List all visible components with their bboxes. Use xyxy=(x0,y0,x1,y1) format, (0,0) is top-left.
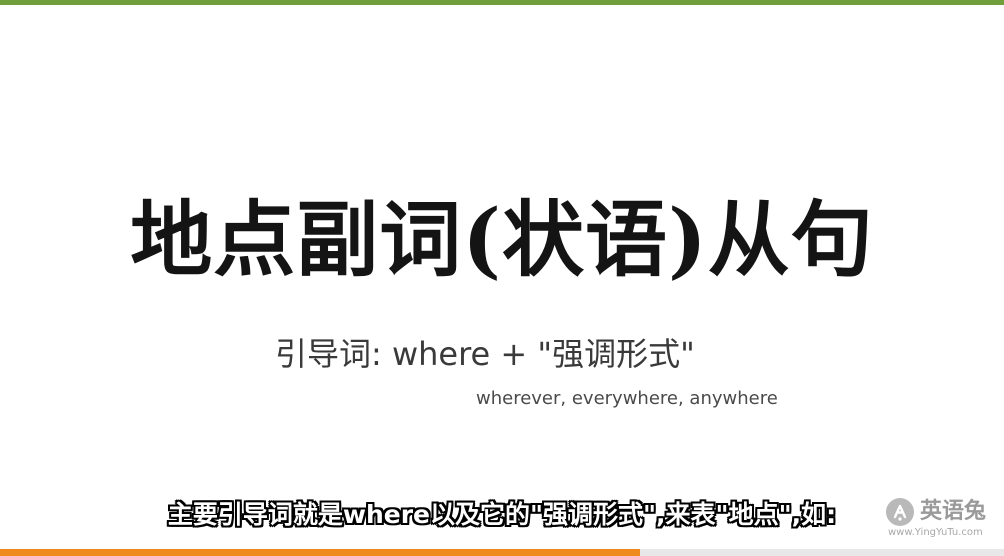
bottom-bar-remaining xyxy=(640,549,1004,556)
watermark: 英语兔 www.YingYuTu.com xyxy=(886,496,998,542)
rabbit-logo-icon xyxy=(886,498,914,526)
emphatic-forms-note: wherever, everywhere, anywhere xyxy=(476,388,778,409)
slide-title: 地点副词(状语)从句 xyxy=(130,192,874,288)
video-caption: 主要引导词就是where以及它的"强调形式",来表"地点",如: xyxy=(167,500,837,529)
top-accent-bar xyxy=(0,0,1004,5)
slide-subtitle: 引导词: where + "强调形式" xyxy=(275,335,695,373)
bottom-progress-bar xyxy=(0,549,1004,556)
watermark-name: 英语兔 xyxy=(920,498,987,524)
video-frame: 地点副词(状语)从句 引导词: where + "强调形式" wherever,… xyxy=(0,0,1004,556)
bottom-bar-played xyxy=(0,549,640,556)
watermark-url: www.YingYuTu.com xyxy=(888,527,983,538)
